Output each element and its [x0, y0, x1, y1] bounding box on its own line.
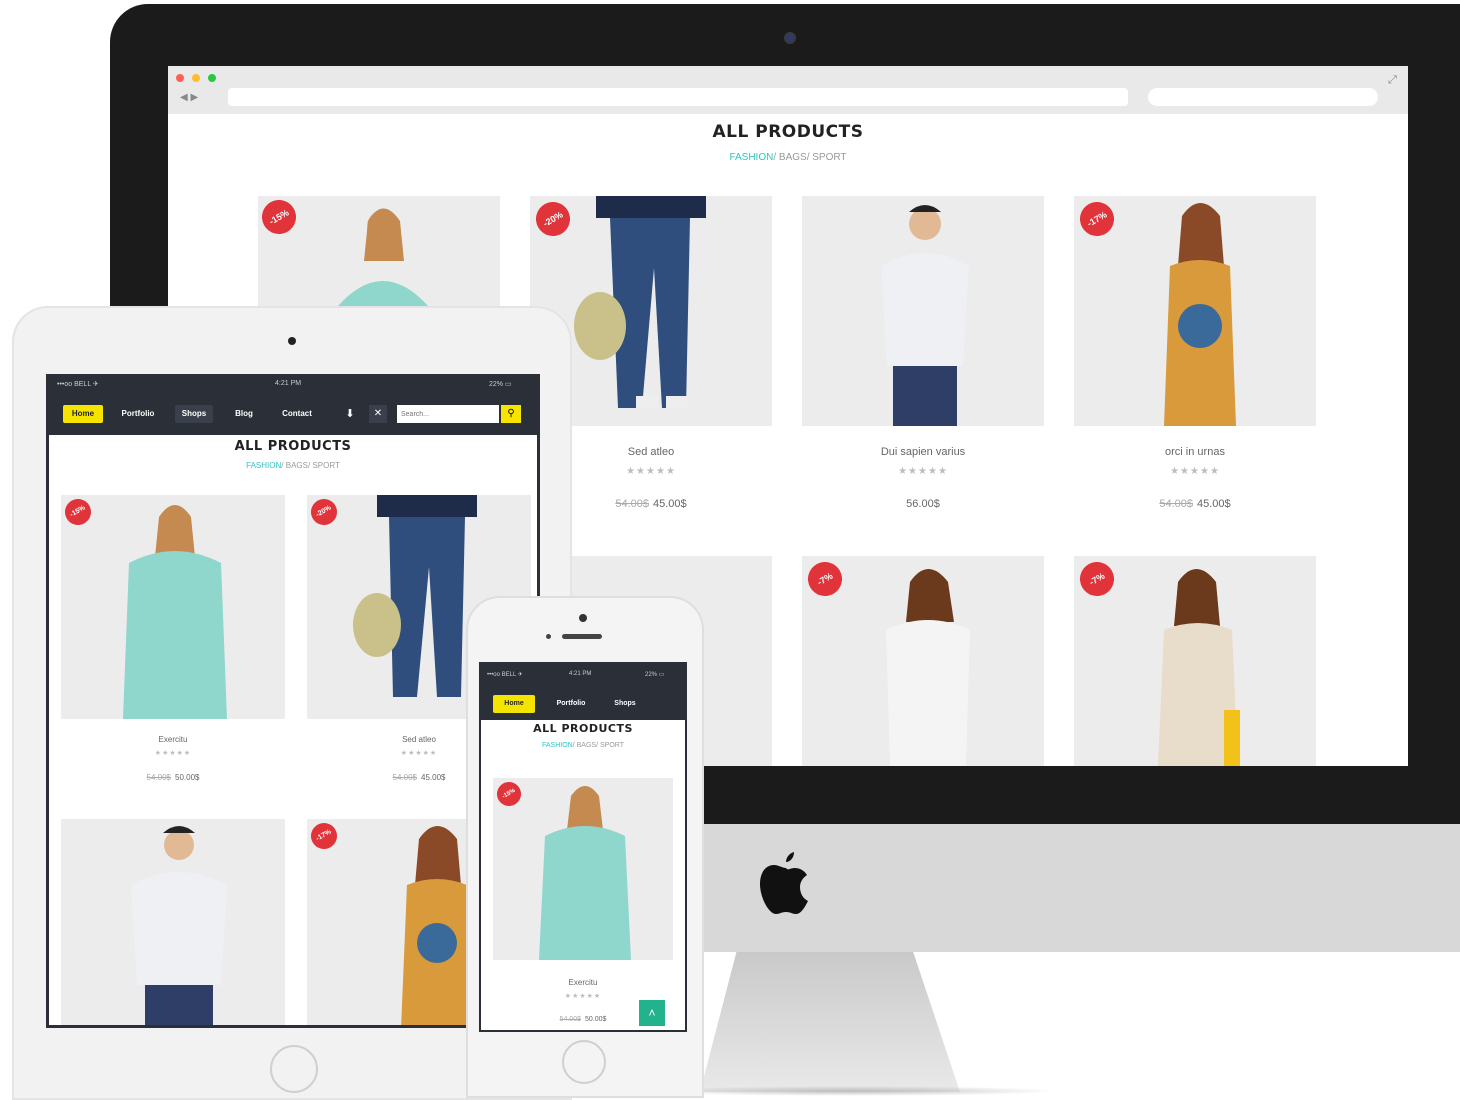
filter-sport[interactable]: SPORT	[312, 461, 339, 470]
carrier-label: •••oo BELL ✈	[57, 381, 99, 388]
phone-status-bar: •••oo BELL ✈ 4:21 PM 22% ▭	[481, 664, 685, 686]
rating-stars: ★★★★★	[154, 750, 192, 757]
carrier-label: •••oo BELL ✈	[487, 672, 523, 678]
minimize-window-button[interactable]	[192, 74, 200, 82]
rating-stars: ★★★★★	[1170, 466, 1220, 477]
category-filter: FASHION/ BAGS/ SPORT	[542, 742, 624, 749]
imac-stand	[700, 952, 960, 1092]
product-card[interactable]: -15%	[493, 778, 673, 960]
nav-shops[interactable]: Shops	[175, 405, 213, 423]
product-card[interactable]	[802, 196, 1044, 426]
nav-home[interactable]: Home	[493, 695, 535, 713]
discount-badge: -7%	[802, 556, 849, 603]
back-forward-icon[interactable]: ◀ ▶	[180, 92, 198, 103]
nav-portfolio[interactable]: Portfolio	[115, 405, 161, 423]
maximize-window-button[interactable]	[208, 74, 216, 82]
product-image	[570, 196, 730, 426]
filter-fashion[interactable]: FASHION	[246, 461, 281, 470]
user-icon[interactable]: ⬇	[343, 405, 357, 423]
filter-fashion[interactable]: FASHION	[729, 152, 773, 163]
rating-stars: ★★★★★	[898, 466, 948, 477]
apple-logo-icon	[758, 848, 814, 918]
search-icon[interactable]: ⚲	[501, 405, 521, 423]
chevron-up-icon[interactable]: ˄	[639, 1000, 665, 1026]
browser-toolbar: ◀ ▶ ⤢	[168, 66, 1408, 114]
nav-home[interactable]: Home	[63, 405, 103, 423]
discount-badge: -17%	[1074, 196, 1121, 243]
nav-portfolio[interactable]: Portfolio	[545, 695, 597, 713]
product-card[interactable]: -7%	[1074, 556, 1316, 766]
page-title: ALL PRODUCTS	[234, 439, 352, 454]
product-price: 54.00$ 45.00$	[1159, 498, 1231, 510]
phone-home-button[interactable]	[562, 1040, 606, 1084]
product-name[interactable]: Exercitu	[493, 978, 673, 987]
product-image	[523, 778, 643, 960]
product-name[interactable]: orci in urnas	[1074, 446, 1316, 458]
product-card[interactable]: -7%	[802, 556, 1044, 766]
battery-label: 22% ▭	[489, 381, 512, 388]
clock-label: 4:21 PM	[569, 671, 592, 677]
tablet-status-bar: •••oo BELL ✈ 4:21 PM 22% ▭	[49, 377, 537, 393]
product-image	[105, 495, 245, 719]
tablet-navbar: Home Portfolio Shops Blog Contact ⬇ ✕ ⚲	[49, 393, 537, 435]
tablet-home-button[interactable]	[270, 1045, 318, 1093]
phone-sensor	[546, 634, 551, 639]
product-image	[1134, 560, 1264, 766]
close-window-button[interactable]	[176, 74, 184, 82]
product-price: 54.00$ 50.00$	[146, 773, 200, 782]
filter-sport[interactable]: SPORT	[600, 742, 624, 749]
clock-label: 4:21 PM	[275, 380, 302, 387]
category-filter: FASHION/ BAGS/ SPORT	[729, 152, 847, 163]
discount-badge: -15%	[258, 196, 303, 241]
battery-label: 22% ▭	[645, 672, 665, 678]
filter-bags[interactable]: BAGS	[577, 742, 596, 749]
imac-camera	[784, 32, 796, 44]
phone-speaker	[562, 634, 602, 639]
discount-badge: -17%	[307, 819, 342, 854]
product-price: 56.00$	[906, 498, 940, 510]
filter-bags[interactable]: BAGS	[779, 152, 807, 163]
phone-camera	[579, 614, 587, 622]
product-card[interactable]	[61, 819, 285, 1025]
search-input[interactable]	[397, 405, 499, 423]
rating-stars: ★★★★★	[564, 993, 602, 1000]
product-card[interactable]: -17%	[1074, 196, 1316, 426]
product-image	[101, 819, 251, 1025]
phone-navbar: Home Portfolio Shops	[481, 686, 685, 720]
nav-contact[interactable]: Contact	[275, 405, 319, 423]
filter-sport[interactable]: SPORT	[812, 152, 846, 163]
discount-badge: -15%	[61, 495, 96, 530]
filter-fashion[interactable]: FASHION	[542, 742, 573, 749]
nav-blog[interactable]: Blog	[227, 405, 261, 423]
fullscreen-icon[interactable]: ⤢	[1388, 74, 1397, 87]
product-image	[1134, 196, 1264, 426]
page-title: ALL PRODUCTS	[712, 122, 864, 142]
page-title: ALL PRODUCTS	[533, 722, 633, 735]
discount-badge: -15%	[493, 778, 526, 811]
phone-screen: •••oo BELL ✈ 4:21 PM 22% ▭ Home Portfoli…	[479, 662, 687, 1032]
product-image	[847, 196, 997, 426]
browser-search-field[interactable]	[1148, 88, 1378, 106]
discount-badge: -7%	[1074, 556, 1121, 603]
product-name[interactable]: Dui sapien varius	[802, 446, 1044, 458]
address-bar[interactable]	[228, 88, 1128, 106]
tablet-camera	[288, 337, 296, 345]
product-image	[852, 560, 1002, 766]
category-filter: FASHION/ BAGS/ SPORT	[246, 461, 340, 470]
nav-shops[interactable]: Shops	[605, 695, 645, 713]
filter-bags[interactable]: BAGS	[286, 461, 308, 470]
shuffle-icon[interactable]: ✕	[369, 405, 387, 423]
product-card[interactable]: -15%	[61, 495, 285, 719]
product-name[interactable]: Exercitu	[61, 735, 285, 744]
